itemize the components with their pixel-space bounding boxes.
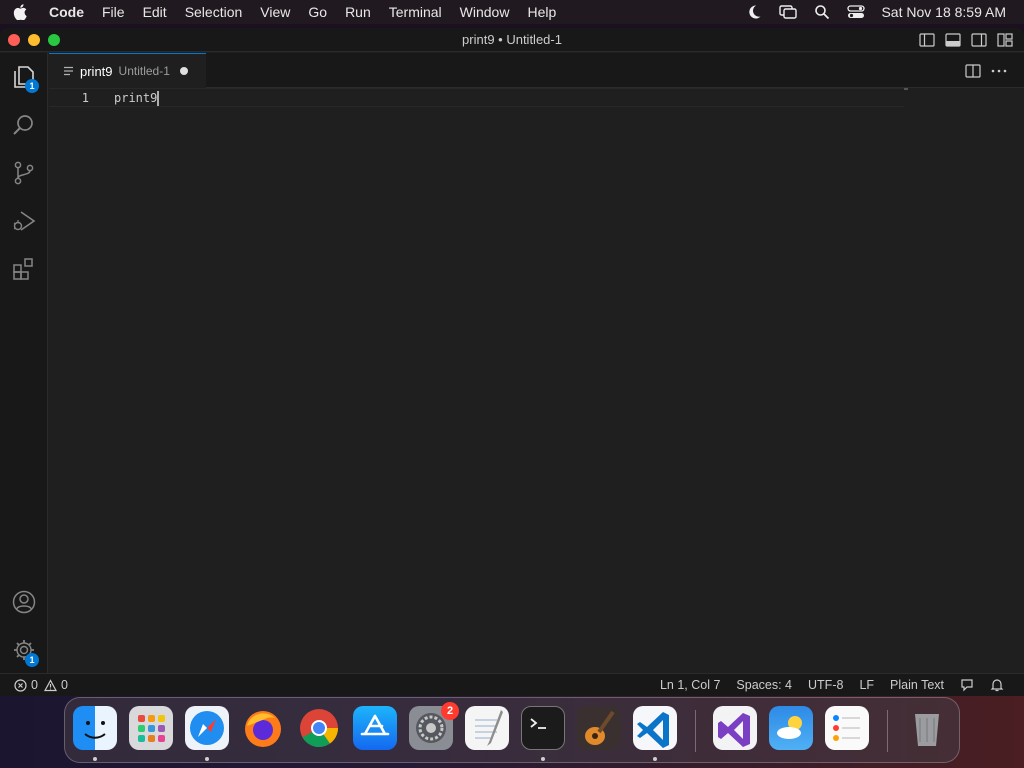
tab-description: Untitled-1 — [118, 64, 170, 78]
chrome-icon[interactable] — [297, 706, 341, 750]
split-editor-icon[interactable] — [960, 53, 986, 88]
menu-edit[interactable]: Edit — [134, 0, 176, 24]
customize-layout-icon[interactable] — [992, 28, 1018, 52]
vscode-dock-icon[interactable] — [633, 706, 677, 750]
visual-studio-icon[interactable] — [713, 706, 757, 750]
menu-terminal[interactable]: Terminal — [380, 0, 451, 24]
dock-separator — [695, 710, 696, 752]
menu-app-name[interactable]: Code — [40, 0, 93, 24]
feedback-icon[interactable] — [952, 674, 982, 696]
spotlight-search-icon[interactable] — [805, 0, 839, 24]
dock-separator-trash — [887, 710, 888, 752]
manage-gear-icon[interactable]: 1 — [0, 626, 48, 674]
encoding-status[interactable]: UTF-8 — [800, 674, 851, 696]
end-of-line-status[interactable]: LF — [851, 674, 882, 696]
settings-update-badge: 1 — [25, 653, 39, 667]
control-center-icon[interactable] — [839, 0, 873, 24]
error-icon — [14, 678, 27, 692]
textedit-icon[interactable] — [465, 706, 509, 750]
menu-file[interactable]: File — [93, 0, 134, 24]
menu-selection[interactable]: Selection — [176, 0, 252, 24]
warning-count: 0 — [60, 678, 68, 692]
tab-untitled-1[interactable]: print9 Untitled-1 — [49, 53, 206, 88]
safari-icon[interactable] — [185, 706, 229, 750]
apple-menu-icon[interactable] — [0, 0, 40, 24]
overview-ruler-marker — [904, 88, 908, 90]
macos-menu-bar: Code File Edit Selection View Go Run Ter… — [0, 0, 1024, 24]
current-line-highlight: 1 print9 — [49, 88, 904, 107]
activity-bar: 1 1 — [0, 53, 48, 673]
trash-icon[interactable] — [905, 706, 949, 750]
extensions-icon[interactable] — [0, 245, 48, 293]
source-control-icon[interactable] — [0, 149, 48, 197]
reminders-icon[interactable] — [825, 706, 869, 750]
moon-icon[interactable] — [737, 0, 771, 24]
title-bar: print9 • Untitled-1 — [0, 28, 1024, 52]
language-mode-status[interactable]: Plain Text — [882, 674, 952, 696]
editor-tab-bar: print9 Untitled-1 — [49, 53, 1024, 88]
garageband-icon[interactable] — [577, 706, 621, 750]
editor-area[interactable]: 1 print9 — [49, 88, 1024, 673]
finder-icon[interactable] — [73, 706, 117, 750]
system-settings-badge: 2 — [441, 702, 459, 720]
window-title: print9 • Untitled-1 — [462, 32, 562, 47]
plain-text-file-icon — [63, 66, 74, 76]
macos-dock: 2 — [64, 697, 960, 763]
finder-running-dot — [93, 757, 97, 761]
menu-window[interactable]: Window — [451, 0, 519, 24]
app-store-icon[interactable] — [353, 706, 397, 750]
toggle-panel-icon[interactable] — [940, 28, 966, 52]
unsaved-changes-dot-icon[interactable] — [179, 67, 188, 75]
search-icon[interactable] — [0, 101, 48, 149]
explorer-icon[interactable]: 1 — [0, 53, 48, 101]
terminal-icon[interactable] — [521, 706, 565, 750]
line-number: 1 — [81, 91, 89, 105]
status-bar: 0 0 Ln 1, Col 7 Spaces: 4 UTF-8 LF Plain… — [0, 673, 1024, 696]
accounts-icon[interactable] — [0, 578, 48, 626]
screen-mirroring-icon[interactable] — [771, 0, 805, 24]
menu-help[interactable]: Help — [518, 0, 565, 24]
code-text[interactable]: print9 — [114, 91, 157, 105]
menu-run[interactable]: Run — [336, 0, 380, 24]
notifications-bell-icon[interactable] — [982, 674, 1012, 696]
cursor-position-status[interactable]: Ln 1, Col 7 — [652, 674, 728, 696]
system-settings-icon[interactable]: 2 — [409, 702, 459, 750]
toggle-secondary-sidebar-icon[interactable] — [966, 28, 992, 52]
menu-view[interactable]: View — [251, 0, 299, 24]
code-line[interactable]: print9 — [114, 90, 160, 107]
vscode-window: print9 • Untitled-1 1 1 print9 Untitled-… — [0, 28, 1024, 696]
terminal-running-dot — [541, 757, 545, 761]
toggle-primary-sidebar-icon[interactable] — [914, 28, 940, 52]
launchpad-icon[interactable] — [129, 706, 173, 750]
vscode-running-dot — [653, 757, 657, 761]
text-cursor — [157, 91, 160, 106]
more-actions-icon[interactable] — [986, 53, 1012, 88]
warning-icon — [43, 678, 57, 692]
error-count: 0 — [31, 678, 38, 692]
indentation-status[interactable]: Spaces: 4 — [728, 674, 800, 696]
firefox-icon[interactable] — [241, 706, 285, 750]
weather-icon[interactable] — [769, 706, 813, 750]
menu-go[interactable]: Go — [299, 0, 336, 24]
safari-running-dot — [205, 757, 209, 761]
run-and-debug-icon[interactable] — [0, 197, 48, 245]
problems-status[interactable]: 0 0 — [14, 674, 76, 696]
tab-label: print9 — [80, 63, 113, 79]
menubar-clock[interactable]: Sat Nov 18 8:59 AM — [873, 4, 1024, 20]
explorer-badge: 1 — [25, 79, 39, 93]
